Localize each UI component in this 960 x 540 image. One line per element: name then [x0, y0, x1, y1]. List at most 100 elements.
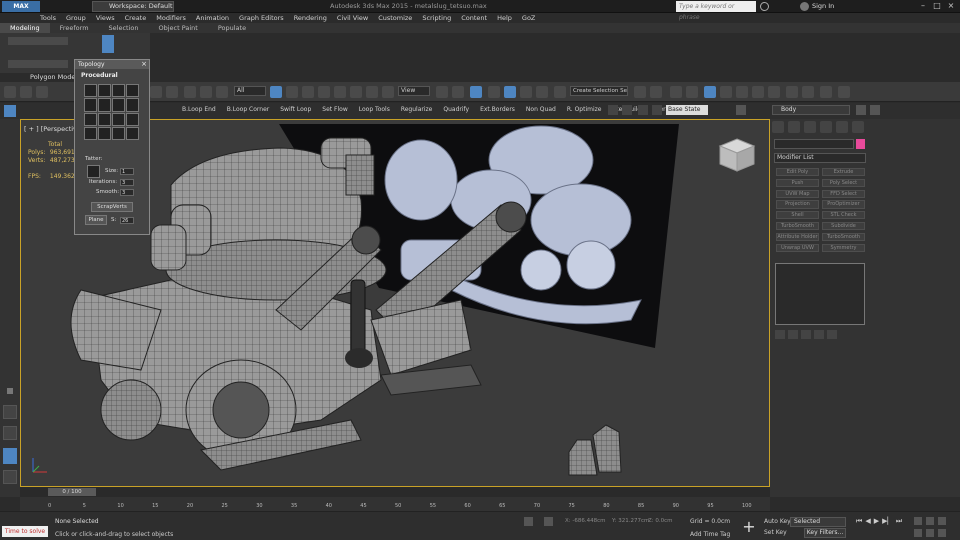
render-iterative-icon[interactable] — [802, 86, 814, 98]
topology-pattern-button[interactable] — [126, 84, 139, 98]
viewport-layout-icon[interactable] — [3, 470, 17, 484]
topology-pattern-button[interactable] — [98, 112, 111, 126]
modifier-button[interactable]: STL Check — [822, 211, 865, 220]
menu-create[interactable]: Create — [125, 13, 147, 23]
object-name-field[interactable] — [774, 139, 854, 149]
menu-scripting[interactable]: Scripting — [422, 13, 451, 23]
undo-arrow-icon[interactable] — [150, 86, 162, 98]
toggle-scene-icon[interactable] — [622, 105, 632, 115]
graphite-toggle-icon[interactable] — [686, 86, 698, 98]
modifier-button[interactable]: Unwrap UVW — [776, 243, 819, 252]
menu-rendering[interactable]: Rendering — [294, 13, 327, 23]
render-icon[interactable] — [786, 86, 798, 98]
modifier-button[interactable]: FFD Select — [822, 189, 865, 198]
new-layer-icon[interactable] — [870, 105, 880, 115]
object-color-swatch[interactable] — [856, 139, 865, 149]
selection-filter-dropdown[interactable]: All — [234, 86, 266, 96]
tool-non-quad[interactable]: Non Quad — [526, 106, 556, 113]
modifier-button[interactable]: Poly Select — [822, 178, 865, 188]
ribbon-tool-row[interactable] — [8, 60, 68, 68]
topology-pattern-button[interactable] — [84, 112, 97, 126]
view-cube[interactable] — [718, 137, 756, 173]
add-icon[interactable]: + — [740, 518, 758, 536]
layer-list-icon[interactable] — [736, 105, 746, 115]
procedural-section[interactable]: Procedural — [81, 72, 118, 79]
maximize-icon[interactable]: □ — [932, 1, 942, 11]
topology-pattern-button[interactable] — [126, 112, 139, 126]
modifier-button[interactable]: Subdivide — [822, 221, 865, 231]
zoom-icon[interactable] — [914, 517, 922, 525]
previous-frame-icon[interactable]: ◀ — [865, 517, 870, 526]
teapot-icon[interactable] — [820, 86, 832, 98]
edit-named-selection-icon[interactable] — [554, 86, 566, 98]
motion-tab-icon[interactable] — [820, 121, 832, 133]
configure-sets-icon[interactable] — [827, 330, 837, 339]
modifier-button[interactable]: Push — [776, 178, 819, 188]
tab-populate[interactable]: Populate — [208, 23, 256, 33]
topology-pattern-button[interactable] — [84, 98, 97, 112]
time-slider-track[interactable] — [20, 487, 770, 497]
workspace-dropdown[interactable]: Workspace: Default — [92, 1, 174, 12]
redo-icon[interactable] — [36, 86, 48, 98]
menu-animation[interactable]: Animation — [196, 13, 229, 23]
keyboard-shortcut-icon[interactable] — [470, 86, 482, 98]
select-by-name-icon[interactable] — [286, 86, 298, 98]
redo-arrow-icon[interactable] — [166, 86, 178, 98]
ribbon-edit-icon[interactable] — [102, 35, 114, 53]
make-unique-icon[interactable] — [801, 330, 811, 339]
modifier-button[interactable]: Edit Poly — [776, 168, 819, 177]
topology-pattern-button[interactable] — [112, 112, 125, 126]
hierarchy-tab-icon[interactable] — [804, 121, 816, 133]
s-spinner[interactable]: 26 — [120, 217, 134, 224]
modifier-button[interactable]: ProOptimizer — [822, 200, 865, 209]
menu-graph-editors[interactable]: Graph Editors — [239, 13, 284, 23]
modifier-button[interactable]: TurboSmooth — [776, 221, 819, 231]
modifier-button[interactable]: Projection — [776, 200, 819, 209]
smooth-spinner[interactable]: 3 — [120, 189, 134, 196]
remove-modifier-icon[interactable] — [814, 330, 824, 339]
modifier-list-dropdown[interactable]: Modifier List — [774, 153, 866, 163]
app-logo[interactable]: MAX — [2, 1, 40, 12]
modifier-stack[interactable] — [775, 263, 865, 325]
search-icon[interactable] — [760, 2, 769, 11]
topology-pattern-button[interactable] — [98, 126, 111, 140]
grid-icon[interactable] — [838, 86, 850, 98]
modifier-button[interactable]: UVW Map — [776, 189, 819, 198]
next-frame-icon[interactable]: ▶▏ — [882, 517, 893, 526]
modifier-button[interactable]: Shell — [776, 211, 819, 220]
link-icon[interactable] — [184, 86, 196, 98]
menu-civil-view[interactable]: Civil View — [337, 13, 368, 23]
menu-content[interactable]: Content — [461, 13, 487, 23]
modifier-button[interactable]: TurboSmooth — [822, 232, 865, 242]
scale-icon[interactable] — [366, 86, 378, 98]
rendered-frame-icon[interactable] — [768, 86, 780, 98]
tool-regularize[interactable]: Regularize — [401, 106, 433, 113]
iterations-spinner[interactable]: 3 — [120, 179, 134, 186]
bind-space-warp-icon[interactable] — [216, 86, 228, 98]
topology-pattern-button[interactable] — [126, 98, 139, 112]
maxscript-listener[interactable]: Time to solve — [2, 526, 48, 537]
reference-coordinate-dropdown[interactable]: View — [398, 86, 430, 96]
angle-snap-icon[interactable] — [504, 86, 516, 98]
topology-title[interactable]: Topology — [75, 60, 149, 69]
go-to-start-icon[interactable]: ⏮ — [856, 517, 862, 526]
zoom-all-icon[interactable] — [926, 517, 934, 525]
rotate-icon[interactable] — [350, 86, 362, 98]
search-input[interactable]: Type a keyword or phrase — [676, 1, 756, 21]
unlink-icon[interactable] — [200, 86, 212, 98]
viewport-layout-icon[interactable] — [3, 426, 17, 440]
topology-pattern-button[interactable] — [126, 126, 139, 140]
menu-group[interactable]: Group — [66, 13, 86, 23]
curve-editor-icon[interactable] — [704, 86, 716, 98]
tool-bloop-end[interactable]: B.Loop End — [182, 106, 216, 113]
mirror-icon[interactable] — [634, 86, 646, 98]
pivot-center-icon[interactable] — [436, 86, 448, 98]
tool-r-optimize[interactable]: R. Optimize — [567, 106, 602, 113]
move-icon[interactable] — [334, 86, 346, 98]
shirt-icon[interactable] — [20, 86, 32, 98]
container-icon[interactable] — [652, 105, 662, 115]
percent-snap-icon[interactable] — [520, 86, 532, 98]
utilities-tab-icon[interactable] — [852, 121, 864, 133]
modifier-button[interactable]: Symmetry — [822, 243, 865, 252]
select-object-icon[interactable] — [270, 86, 282, 98]
